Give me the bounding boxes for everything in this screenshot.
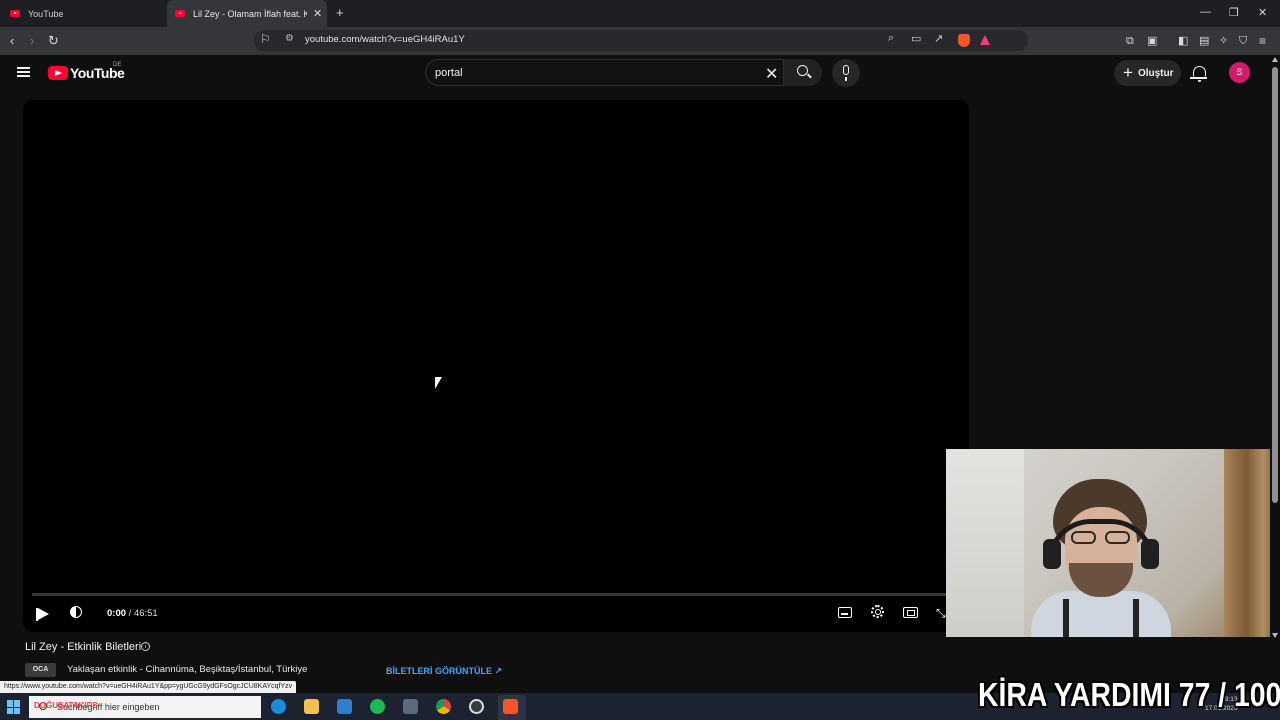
bookmark-icon[interactable]: ⚐ bbox=[260, 32, 271, 46]
rent-goal-overlay: KİRA YARDIMI 77 / 100 bbox=[978, 676, 1280, 713]
zoom-icon[interactable]: ⌕ bbox=[888, 32, 894, 45]
restore-button[interactable]: ❐ bbox=[1229, 6, 1239, 19]
scroll-up-icon[interactable] bbox=[1272, 57, 1278, 62]
fullscreen-icon[interactable]: ⤡ bbox=[936, 606, 946, 621]
video-player[interactable]: 0:00 / 46:51 ⤡ bbox=[23, 100, 969, 632]
view-tickets-link[interactable]: BİLETLERİ GÖRÜNTÜLE ↗ bbox=[386, 666, 502, 677]
guide-menu-icon[interactable] bbox=[17, 67, 30, 77]
tab-close-button[interactable]: ✕ bbox=[313, 7, 322, 20]
country-code: DE bbox=[113, 62, 122, 68]
chrome-icon[interactable] bbox=[436, 699, 451, 714]
search-input[interactable]: portal bbox=[435, 67, 463, 79]
brave-rewards-icon[interactable] bbox=[980, 35, 990, 45]
streamer-webcam bbox=[946, 449, 1280, 637]
notifications-bell-icon[interactable] bbox=[1190, 66, 1207, 82]
play-icon[interactable] bbox=[36, 607, 49, 621]
youtube-favicon-icon bbox=[10, 10, 20, 17]
volume-icon[interactable] bbox=[70, 606, 82, 618]
link-preview-status: https://www.youtube.com/watch?v=ueGH4iRA… bbox=[0, 681, 297, 693]
wallet-icon[interactable]: ▤ bbox=[1199, 32, 1209, 50]
scroll-down-icon[interactable] bbox=[1272, 633, 1278, 638]
spotify-icon[interactable] bbox=[370, 699, 385, 714]
duration: 46:51 bbox=[133, 608, 158, 619]
obs-icon[interactable] bbox=[469, 699, 484, 714]
address-bar[interactable]: ⚐ ⚙ youtube.com/watch?v=ueGH4iRAu1Y ⌕ ▭ … bbox=[254, 30, 1028, 51]
youtube-play-logo-icon bbox=[48, 66, 68, 80]
forward-arrow-icon[interactable]: › bbox=[30, 32, 34, 50]
current-time: 0:00 bbox=[107, 608, 127, 619]
info-icon[interactable]: i bbox=[141, 642, 150, 651]
event-section-title: Lil Zey - Etkinlik Biletleri bbox=[25, 641, 142, 653]
edge-icon[interactable] bbox=[271, 699, 286, 714]
sidebar-icon[interactable]: ◧ bbox=[1178, 32, 1188, 50]
brave-icon[interactable] bbox=[503, 699, 518, 714]
minimize-button[interactable]: — bbox=[1200, 6, 1211, 18]
store-icon[interactable] bbox=[337, 699, 352, 714]
microphone-icon bbox=[843, 65, 849, 75]
tab-title: YouTube bbox=[28, 8, 64, 19]
mouse-cursor-icon bbox=[435, 377, 442, 389]
tab-youtube[interactable]: YouTube bbox=[10, 0, 165, 27]
search-icon bbox=[797, 65, 808, 76]
scrollbar-thumb[interactable] bbox=[1272, 67, 1278, 503]
youtube-masthead: YouTube DE portal ✕ + Oluştur S bbox=[0, 55, 1270, 93]
calculator-icon[interactable] bbox=[403, 699, 418, 714]
clear-search-icon[interactable]: ✕ bbox=[765, 64, 778, 84]
brave-shields-icon[interactable] bbox=[958, 34, 970, 47]
search-box[interactable]: portal ✕ bbox=[425, 59, 822, 86]
youtube-favicon-icon bbox=[175, 10, 185, 17]
file-explorer-icon[interactable] bbox=[304, 699, 319, 714]
browser-toolbar: ‹ › ↻ ⚐ ⚙ youtube.com/watch?v=ueGH4iRAu1… bbox=[0, 27, 1280, 55]
address-url[interactable]: youtube.com/watch?v=ueGH4iRAu1Y bbox=[305, 34, 465, 45]
theater-mode-icon[interactable] bbox=[903, 607, 918, 618]
webcam-background-door bbox=[946, 449, 1024, 637]
streamer-name-overlay: DOĞUŞATAKIRS bbox=[34, 701, 98, 710]
tab-search-icon[interactable]: ▣ bbox=[1147, 32, 1157, 50]
microphone-stand bbox=[845, 77, 847, 81]
streamer-figure bbox=[1031, 479, 1171, 637]
share-icon[interactable]: ↗ bbox=[934, 32, 943, 45]
new-tab-button[interactable]: + bbox=[336, 5, 344, 20]
plus-icon: + bbox=[1123, 63, 1133, 82]
subtitles-icon[interactable] bbox=[838, 607, 852, 618]
settings-gear-icon[interactable] bbox=[871, 605, 884, 618]
video-progress-bar[interactable] bbox=[32, 593, 960, 596]
youtube-logo[interactable]: YouTube DE bbox=[48, 62, 125, 81]
vpn-shield-icon[interactable]: ⛉ bbox=[1239, 32, 1247, 50]
event-location: Yaklaşan etkinlik - Cihannüma, Beşiktaş/… bbox=[67, 664, 308, 675]
back-arrow-icon[interactable]: ‹ bbox=[10, 32, 14, 50]
reload-icon[interactable]: ↻ bbox=[48, 32, 59, 50]
time-display: 0:00 / 46:51 bbox=[107, 608, 158, 619]
event-month-badge: OCA bbox=[25, 663, 56, 677]
site-info-icon[interactable]: ⚙ bbox=[285, 33, 294, 44]
leo-ai-icon[interactable]: ✧ bbox=[1219, 32, 1228, 50]
search-button[interactable] bbox=[783, 59, 822, 86]
tab-title: Lil Zey - Olamam İflah feat. Khontkar bbox=[193, 8, 307, 19]
browser-tabstrip: YouTube Lil Zey - Olamam İflah feat. Kho… bbox=[0, 0, 1280, 27]
avatar[interactable]: S bbox=[1229, 62, 1250, 83]
window-close-button[interactable]: ✕ bbox=[1258, 6, 1267, 19]
create-label: Oluştur bbox=[1137, 67, 1174, 79]
extensions-icon[interactable]: ⧉ bbox=[1126, 32, 1134, 50]
screen: YouTube Lil Zey - Olamam İflah feat. Kho… bbox=[0, 0, 1280, 720]
page-scrollbar[interactable] bbox=[1270, 55, 1280, 693]
cast-icon[interactable]: ▭ bbox=[911, 32, 921, 45]
tab-video-active[interactable]: Lil Zey - Olamam İflah feat. Khontkar ✕ bbox=[167, 0, 327, 27]
create-button[interactable]: + Oluştur bbox=[1114, 60, 1181, 86]
windows-start-icon[interactable] bbox=[7, 700, 21, 714]
voice-search-button[interactable] bbox=[832, 59, 860, 87]
menu-icon[interactable]: ≡ bbox=[1259, 32, 1266, 50]
